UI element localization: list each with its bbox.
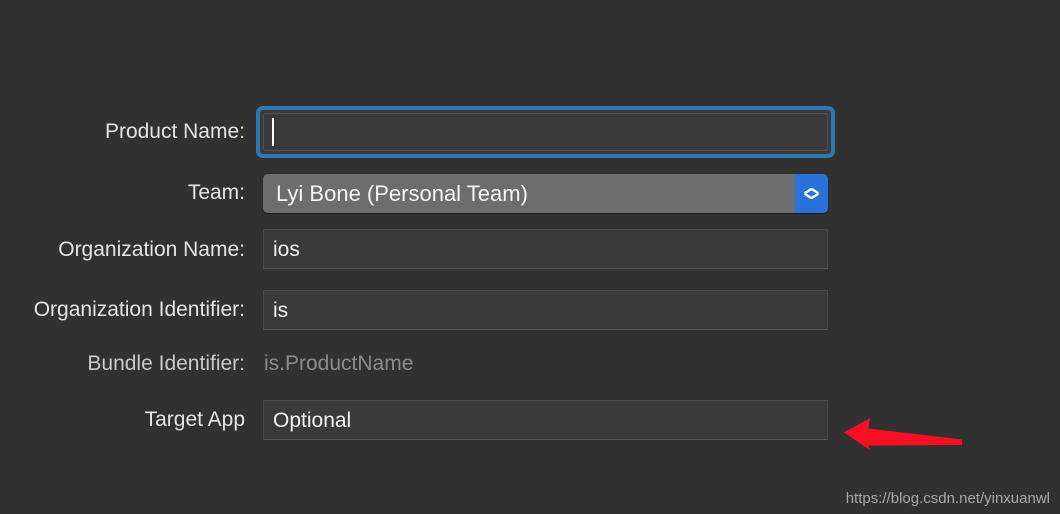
team-selected-value: Lyi Bone (Personal Team) (276, 180, 528, 206)
watermark-url: https://blog.csdn.net/yinxuanwl (845, 490, 1050, 507)
organization-name-label: Organization Name: (58, 238, 245, 261)
bundle-identifier-value: is.ProductName (264, 352, 414, 375)
organization-name-input[interactable]: ios (263, 229, 828, 269)
organization-identifier-value: is (273, 298, 289, 322)
product-name-input[interactable] (263, 113, 828, 151)
target-app-label: Target App (144, 408, 245, 431)
target-app-input[interactable]: Optional (263, 400, 828, 440)
organization-identifier-input[interactable]: is (263, 290, 828, 330)
arrow-left-icon (844, 418, 962, 450)
chevron-up-down-icon[interactable] (795, 174, 828, 213)
team-label: Team: (187, 181, 245, 204)
bundle-identifier-label: Bundle Identifier: (87, 352, 245, 375)
new-project-options-panel: Product Name: Team: Lyi Bone (Personal T… (0, 0, 1060, 514)
team-popup-button[interactable]: Lyi Bone (Personal Team) (263, 174, 828, 213)
text-cursor (272, 118, 274, 146)
product-name-focus-ring (256, 106, 835, 158)
target-app-value: Optional (273, 408, 352, 432)
organization-name-value: ios (273, 237, 300, 261)
organization-identifier-label: Organization Identifier: (33, 298, 245, 321)
product-name-label: Product Name: (104, 120, 245, 143)
